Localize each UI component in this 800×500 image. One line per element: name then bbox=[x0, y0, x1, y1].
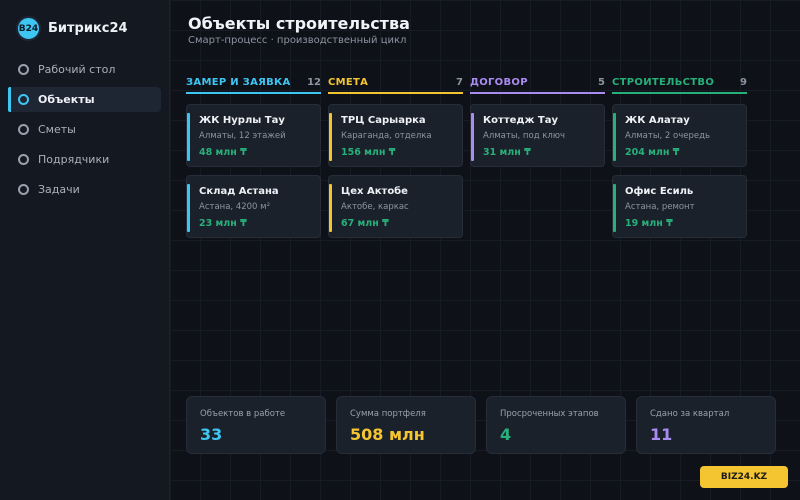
column-header[interactable]: ДОГОВОР 5 bbox=[470, 72, 605, 94]
card-accent bbox=[187, 113, 190, 161]
column-title: СТРОИТЕЛЬСТВО bbox=[612, 76, 715, 88]
deal-card[interactable]: Цех Актобе Актобе, каркас 67 млн ₸ bbox=[328, 175, 463, 238]
card-title: ЖК Алатау bbox=[625, 115, 690, 126]
stat-label: Просроченных этапов bbox=[500, 409, 599, 419]
card-meta: Астана, ремонт bbox=[625, 202, 695, 212]
page-subtitle: Смарт-процесс · производственный цикл bbox=[188, 35, 407, 46]
card-accent bbox=[471, 113, 474, 161]
column-header[interactable]: СМЕТА 7 bbox=[328, 72, 463, 94]
stat-value: 4 bbox=[500, 425, 512, 444]
sidebar-item-label: Объекты bbox=[38, 93, 95, 106]
circle-icon bbox=[18, 184, 29, 195]
stat-label: Объектов в работе bbox=[200, 409, 286, 419]
card-title: ЖК Нурлы Тау bbox=[199, 115, 285, 126]
card-accent bbox=[329, 113, 332, 161]
card-price: 31 млн ₸ bbox=[483, 147, 531, 158]
stat-card-overdue: Просроченных этапов 4 bbox=[486, 396, 626, 454]
site-badge[interactable]: BIZ24.KZ bbox=[700, 466, 788, 488]
circle-icon bbox=[18, 154, 29, 165]
column-title: ДОГОВОР bbox=[470, 76, 528, 88]
sidebar: B24 Битрикс24 Рабочий стол Объекты Сметы… bbox=[0, 0, 170, 500]
stat-card-in-progress: Объектов в работе 33 bbox=[186, 396, 326, 454]
kanban-column-construction: СТРОИТЕЛЬСТВО 9 ЖК Алатау Алматы, 2 очер… bbox=[612, 72, 747, 238]
kanban-column-measurement: ЗАМЕР И ЗАЯВКА 12 ЖК Нурлы Тау Алматы, 1… bbox=[186, 72, 321, 238]
column-count: 9 bbox=[740, 76, 747, 88]
column-title: ЗАМЕР И ЗАЯВКА bbox=[186, 76, 291, 88]
card-price: 156 млн ₸ bbox=[341, 147, 396, 158]
column-header[interactable]: ЗАМЕР И ЗАЯВКА 12 bbox=[186, 72, 321, 94]
column-count: 5 bbox=[598, 76, 605, 88]
sidebar-item-objects[interactable]: Объекты bbox=[8, 87, 161, 112]
card-price: 204 млн ₸ bbox=[625, 147, 680, 158]
card-title: Цех Актобе bbox=[341, 186, 408, 197]
app-window: B24 Битрикс24 Рабочий стол Объекты Сметы… bbox=[0, 0, 800, 500]
column-header[interactable]: СТРОИТЕЛЬСТВО 9 bbox=[612, 72, 747, 94]
kanban-column-contract: ДОГОВОР 5 Коттедж Тау Алматы, под ключ 3… bbox=[470, 72, 605, 167]
circle-icon bbox=[18, 124, 29, 135]
card-title: Склад Астана bbox=[199, 186, 279, 197]
stat-card-delivered: Сдано за квартал 11 bbox=[636, 396, 776, 454]
circle-icon bbox=[18, 64, 29, 75]
card-accent bbox=[613, 113, 616, 161]
stat-label: Сумма портфеля bbox=[350, 409, 426, 419]
sidebar-nav: Рабочий стол Объекты Сметы Подрядчики За… bbox=[8, 57, 161, 207]
deal-card[interactable]: Офис Есиль Астана, ремонт 19 млн ₸ bbox=[612, 175, 747, 238]
stat-value: 11 bbox=[650, 425, 673, 444]
card-title: Офис Есиль bbox=[625, 186, 694, 197]
sidebar-item-estimates[interactable]: Сметы bbox=[8, 117, 161, 142]
card-meta: Алматы, 12 этажей bbox=[199, 131, 286, 141]
stat-value: 33 bbox=[200, 425, 223, 444]
kanban-column-estimate: СМЕТА 7 ТРЦ Сарыарка Караганда, отделка … bbox=[328, 72, 463, 238]
card-meta: Алматы, под ключ bbox=[483, 131, 566, 141]
card-meta: Астана, 4200 м² bbox=[199, 202, 270, 212]
deal-card[interactable]: Склад Астана Астана, 4200 м² 23 млн ₸ bbox=[186, 175, 321, 238]
sidebar-item-tasks[interactable]: Задачи bbox=[8, 177, 161, 202]
card-accent bbox=[187, 184, 190, 232]
circle-icon bbox=[18, 94, 29, 105]
card-price: 48 млн ₸ bbox=[199, 147, 247, 158]
card-accent bbox=[329, 184, 332, 232]
card-title: Коттедж Тау bbox=[483, 115, 559, 126]
column-count: 12 bbox=[307, 76, 321, 88]
page-title: Объекты строительства bbox=[188, 14, 410, 33]
column-title: СМЕТА bbox=[328, 76, 369, 88]
sidebar-item-label: Задачи bbox=[38, 183, 80, 196]
brand[interactable]: B24 Битрикс24 bbox=[16, 16, 128, 41]
card-meta: Актобе, каркас bbox=[341, 202, 409, 212]
bitrix24-logo-icon: B24 bbox=[16, 16, 41, 41]
brand-name: Битрикс24 bbox=[48, 21, 128, 36]
card-title: ТРЦ Сарыарка bbox=[341, 115, 426, 126]
deal-card[interactable]: ЖК Нурлы Тау Алматы, 12 этажей 48 млн ₸ bbox=[186, 104, 321, 167]
sidebar-item-dashboard[interactable]: Рабочий стол bbox=[8, 57, 161, 82]
stat-card-portfolio-sum: Сумма портфеля 508 млн bbox=[336, 396, 476, 454]
card-price: 19 млн ₸ bbox=[625, 218, 673, 229]
sidebar-item-label: Подрядчики bbox=[38, 153, 110, 166]
deal-card[interactable]: ТРЦ Сарыарка Караганда, отделка 156 млн … bbox=[328, 104, 463, 167]
card-meta: Караганда, отделка bbox=[341, 131, 432, 141]
sidebar-item-contractors[interactable]: Подрядчики bbox=[8, 147, 161, 172]
card-price: 23 млн ₸ bbox=[199, 218, 247, 229]
card-price: 67 млн ₸ bbox=[341, 218, 389, 229]
card-accent bbox=[613, 184, 616, 232]
card-meta: Алматы, 2 очередь bbox=[625, 131, 711, 141]
sidebar-item-label: Рабочий стол bbox=[38, 63, 116, 76]
deal-card[interactable]: Коттедж Тау Алматы, под ключ 31 млн ₸ bbox=[470, 104, 605, 167]
main-content: Объекты строительства Смарт-процесс · пр… bbox=[170, 0, 800, 500]
stat-value: 508 млн bbox=[350, 425, 425, 444]
deal-card[interactable]: ЖК Алатау Алматы, 2 очередь 204 млн ₸ bbox=[612, 104, 747, 167]
stat-label: Сдано за квартал bbox=[650, 409, 730, 419]
column-count: 7 bbox=[456, 76, 463, 88]
sidebar-item-label: Сметы bbox=[38, 123, 76, 136]
